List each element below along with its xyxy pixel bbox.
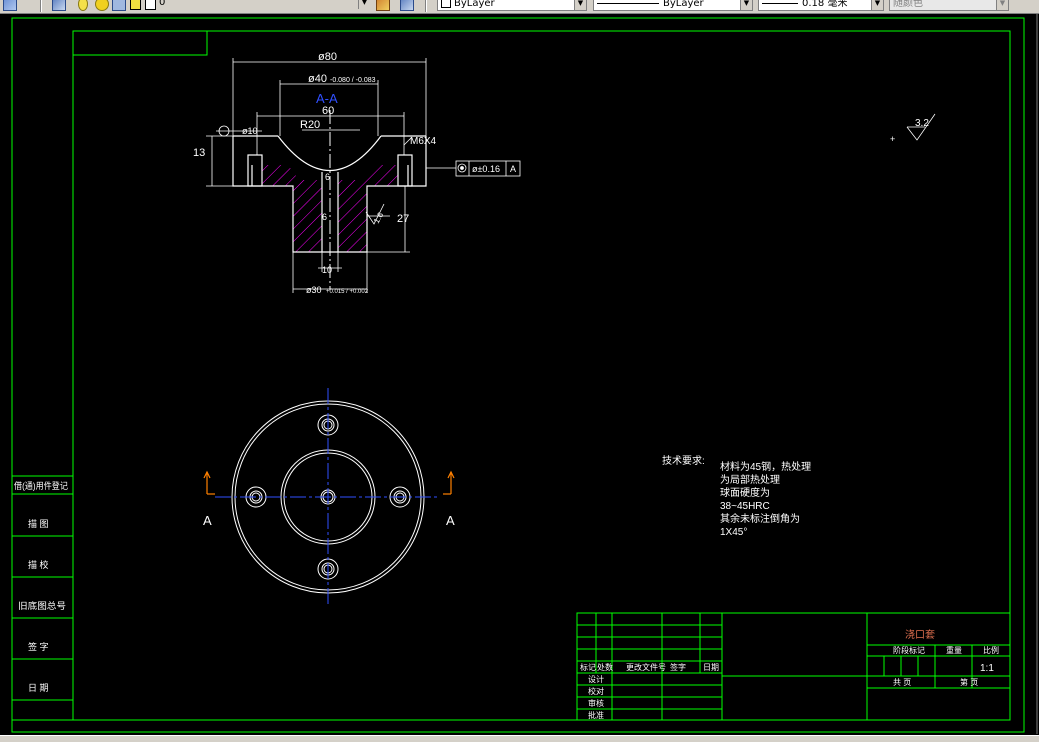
role-design: 设计: [588, 674, 604, 684]
section-arrow-right-icon: [443, 470, 455, 495]
toolbar-separator: [425, 0, 427, 12]
linetype-value: ByLayer: [663, 0, 704, 9]
section-label-left: A: [203, 513, 212, 528]
surface-roughness-text: 3.2: [915, 118, 929, 129]
part-name: 浇口套: [905, 628, 935, 641]
dim-27-text: 27: [397, 213, 409, 225]
hatch-flange-left: [262, 165, 322, 186]
color-swatch-icon: [441, 0, 451, 8]
rev-header-docno: 更改文件号: [626, 662, 666, 672]
layer-lock-icon[interactable]: [112, 0, 126, 11]
weight-label: 重量: [946, 645, 962, 655]
tolerance-value: ø±0.16: [472, 164, 500, 174]
strip-cell-trace-check: 描 校: [28, 559, 49, 570]
dim-80-text: ø80: [318, 51, 337, 63]
strip-cell-signature: 签 字: [28, 641, 49, 652]
layer-manager-icon[interactable]: [3, 0, 17, 11]
dim-d10-text: ø10: [242, 126, 258, 136]
dim-40-tolerance: -0.080 / -0.083: [330, 77, 376, 84]
layer-on-bulb-icon[interactable]: [78, 0, 88, 11]
datum-letter: A: [510, 164, 516, 174]
properties-toolbar: 0 ▼ ByLayer ▼ ByLayer ▼ 0.18 毫米 ▼ 随颜色 ▼: [0, 0, 1039, 14]
layer-states-icon[interactable]: [52, 0, 66, 11]
hatch-body-right: [338, 186, 367, 252]
notes-line-2: 为局部热处理: [720, 473, 780, 486]
scale-value: 1:1: [980, 663, 994, 674]
roughness-note-mark: +: [890, 134, 895, 144]
top-left-code-box: [72, 30, 208, 56]
dim-r20-text: R20: [300, 119, 320, 131]
drawing-sheet[interactable]: 借(通)用件登记 描 图 描 校 旧底图总号 签 字 日 期 ø80 ø40 -…: [0, 13, 1039, 741]
dim-60-text: 60: [322, 105, 334, 117]
lineweight-control-dropdown[interactable]: 0.18 毫米 ▼: [758, 0, 884, 11]
chevron-down-icon[interactable]: ▼: [871, 0, 883, 10]
bolt-hole-left: [247, 154, 263, 187]
section-arrow-left-icon: [203, 470, 215, 495]
hatch-flange-right: [338, 165, 398, 186]
notes-line-6: 1X45°: [720, 527, 747, 538]
dim-6-text-b: 6: [322, 212, 327, 222]
section-view-aa[interactable]: ø80 ø40 -0.080 / -0.083 A-A 60 R20 ø10 1…: [193, 51, 521, 295]
bolt-hole-right: [397, 154, 413, 187]
dim-40-text: ø40: [308, 73, 327, 85]
chevron-down-icon[interactable]: ▼: [996, 0, 1008, 10]
outer-frame: [11, 17, 1025, 733]
linetype-control-dropdown[interactable]: ByLayer ▼: [593, 0, 753, 11]
layer-swatch-white-icon[interactable]: [145, 0, 156, 10]
layer-dropdown[interactable]: 0 ▼: [156, 0, 370, 11]
dim-30-tolerance: +0.015 / +0.002: [326, 289, 369, 295]
dim-30-text: ø30: [306, 285, 322, 295]
roughness-local-text: 1.6: [372, 210, 386, 225]
rev-header-date: 日期: [703, 663, 719, 672]
dim-6-text-a: 6: [325, 172, 330, 182]
thread-callout: M6X4: [410, 136, 437, 147]
notes-line-5: 其余未标注倒角为: [720, 512, 800, 525]
lineweight-value: 0.18 毫米: [802, 0, 848, 9]
drawing-canvas[interactable]: 借(通)用件登记 描 图 描 校 旧底图总号 签 字 日 期 ø80 ø40 -…: [0, 13, 1039, 741]
stage-label: 阶段标记: [893, 645, 925, 655]
role-approve: 批准: [588, 710, 604, 720]
role-review: 审核: [588, 698, 604, 708]
rev-header-mark: 标记: [580, 662, 596, 672]
notes-line-3: 球面硬度为: [720, 486, 770, 499]
lineweight-sample-line: [762, 2, 798, 4]
strip-cell-date: 日 期: [28, 683, 49, 693]
section-label-right: A: [446, 513, 455, 528]
sheet-number: 第 页: [960, 677, 978, 687]
strip-cell-tracing: 描 图: [28, 518, 49, 529]
sheet-total: 共 页: [893, 678, 911, 687]
chevron-down-icon[interactable]: ▼: [740, 0, 752, 10]
rev-header-count: 处数: [597, 662, 613, 672]
make-object-layer-current-icon[interactable]: [376, 0, 390, 11]
layer-previous-icon[interactable]: [400, 0, 414, 11]
notes-line-1: 材料为45钢，热处理: [720, 460, 811, 473]
notes-line-4: 38~45HRC: [720, 501, 770, 512]
section-title: A-A: [316, 91, 338, 106]
chevron-down-icon[interactable]: ▼: [574, 0, 586, 10]
layer-freeze-sun-icon[interactable]: [95, 0, 109, 11]
chevron-down-icon[interactable]: ▼: [358, 0, 370, 9]
color-control-dropdown[interactable]: ByLayer ▼: [437, 0, 587, 11]
dim-13-text: 13: [193, 147, 205, 159]
role-check: 校对: [588, 686, 604, 696]
strip-cell-borrowed-parts: 借(通)用件登记: [14, 480, 68, 491]
strip-cell-old-drawing-no: 旧底图总号: [18, 600, 66, 611]
layer-color-swatch-icon[interactable]: [130, 0, 141, 10]
rev-header-sign: 签字: [670, 662, 686, 672]
linetype-sample-line: [597, 2, 659, 4]
layer-value: 0: [159, 0, 166, 8]
toolbar-separator: [40, 0, 42, 12]
plotstyle-value: 随颜色: [893, 0, 923, 9]
inner-frame: [72, 30, 1011, 721]
dim-10b-text: 10: [322, 265, 332, 275]
hatch-body-left: [293, 186, 322, 252]
scale-label: 比例: [983, 645, 999, 655]
notes-heading: 技术要求:: [662, 454, 705, 467]
plotstyle-control-dropdown[interactable]: 随颜色 ▼: [889, 0, 1009, 11]
color-value: ByLayer: [454, 0, 495, 9]
